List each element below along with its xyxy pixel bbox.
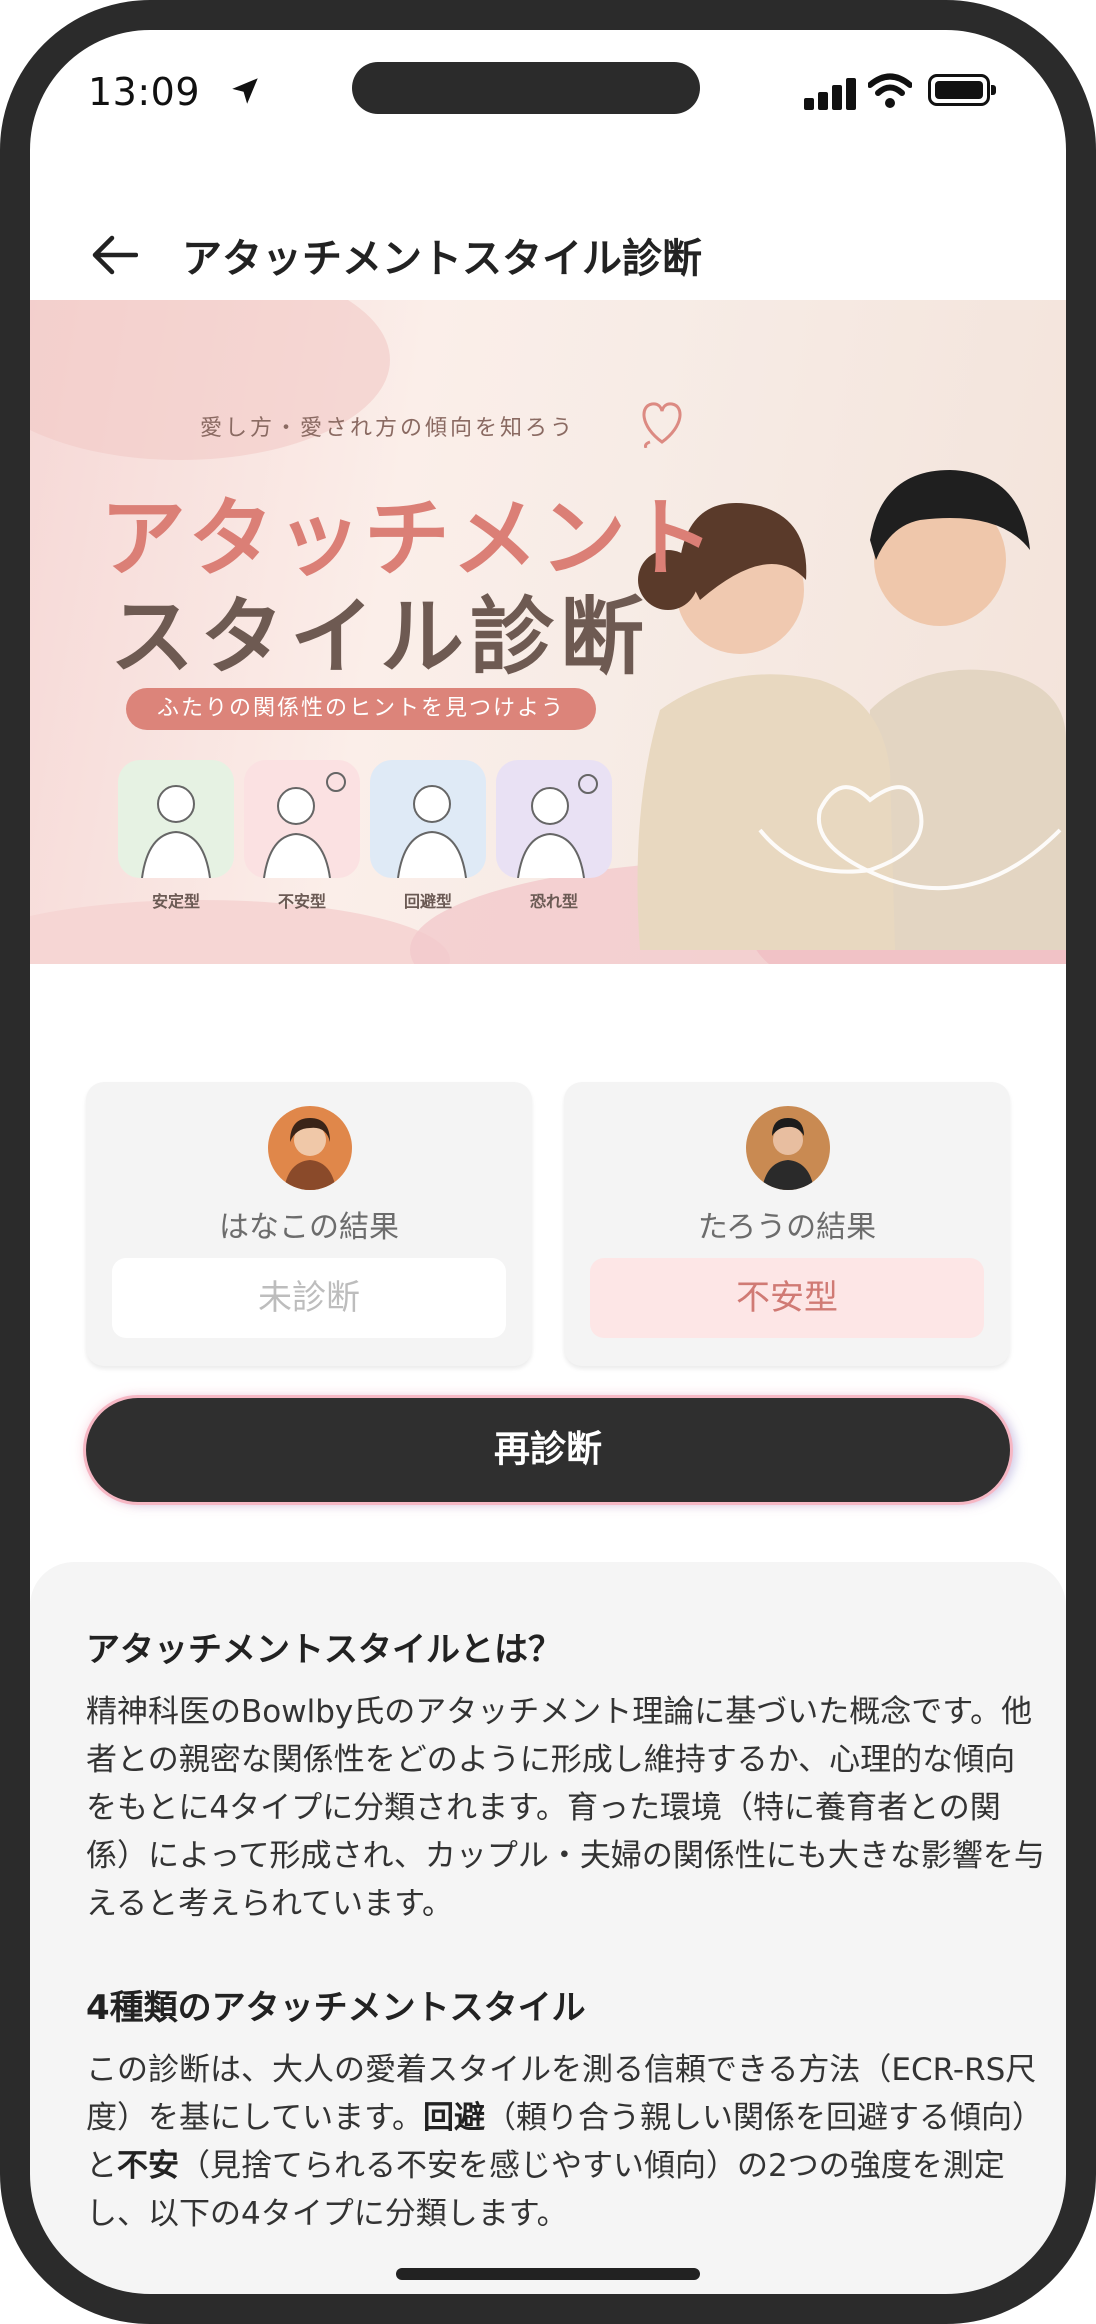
result-card-taro[interactable]: たろうの結果 不安型 (564, 1082, 1010, 1366)
screen: 13:09 アタッチメントスタイル診断 愛し方・愛され方の傾向を知ろう アタッチ… (30, 30, 1066, 2294)
cellular-signal-icon (804, 76, 856, 110)
heart-icon (642, 402, 682, 448)
text-span: （見捨てられる不安を感じやすい傾向）の2つの強度を測定し、以下の4タイプに分類し… (86, 2148, 1005, 2232)
section-heading: アタッチメントスタイルとは？ (86, 1630, 562, 1670)
person-illustration-icon (244, 760, 360, 878)
person-illustration-icon (496, 760, 612, 878)
avatar (746, 1106, 830, 1190)
hero-title-line2: スタイル診断 (110, 588, 651, 686)
section-paragraph: この診断は、大人の愛着スタイルを測る信頼できる方法（ECR-RS尺度）を基にして… (86, 2046, 1046, 2238)
hero-banner: 愛し方・愛され方の傾向を知ろう アタッチメント スタイル診断 ふたりの関係性のヒ… (30, 300, 1066, 964)
dynamic-island (352, 62, 700, 114)
result-label: たろうの結果 (697, 1210, 877, 1245)
section-paragraph: 精神科医のBowlby氏のアタッチメント理論に基づいた概念です。他者との親密な関… (86, 1694, 1045, 1922)
bold-term: 不安 (117, 2148, 179, 2184)
hero-tagline: ふたりの関係性のヒントを見つけよう (126, 688, 596, 730)
person-illustration-icon (370, 760, 486, 878)
bold-term: 回避 (422, 2100, 485, 2136)
home-indicator[interactable] (396, 2268, 700, 2280)
result-card-hanako[interactable]: はなこの結果 未診断 (86, 1082, 532, 1366)
type-label: 恐れ型 (529, 892, 578, 911)
type-label: 回避型 (403, 892, 452, 911)
type-card-anxious (244, 760, 360, 878)
result-label: はなこの結果 (219, 1210, 399, 1245)
section-heading: 4種類のアタッチメントスタイル (86, 1988, 586, 2028)
type-card-secure (118, 760, 234, 878)
type-label: 安定型 (151, 892, 200, 911)
hero-subtitle: 愛し方・愛され方の傾向を知ろう (200, 416, 576, 441)
rediagnose-button[interactable]: 再診断 (86, 1398, 1010, 1502)
back-button[interactable] (80, 220, 150, 290)
status-time: 13:09 (88, 70, 201, 114)
result-value: 不安型 (590, 1258, 984, 1338)
page-title: アタッチメントスタイル診断 (182, 236, 702, 282)
person-illustration-icon (118, 760, 234, 878)
avatar (268, 1106, 352, 1190)
type-card-fearful (496, 760, 612, 878)
phone-frame: 13:09 アタッチメントスタイル診断 愛し方・愛され方の傾向を知ろう アタッチ… (0, 0, 1096, 2324)
info-section: アタッチメントスタイルとは？ 精神科医のBowlby氏のアタッチメント理論に基づ… (30, 1562, 1066, 2294)
type-card-avoidant (370, 760, 486, 878)
result-value: 未診断 (112, 1258, 506, 1338)
wifi-icon (868, 73, 912, 108)
arrow-left-icon (92, 235, 138, 275)
location-arrow-icon (232, 78, 258, 104)
battery-icon (928, 74, 996, 106)
type-label: 不安型 (277, 892, 326, 911)
